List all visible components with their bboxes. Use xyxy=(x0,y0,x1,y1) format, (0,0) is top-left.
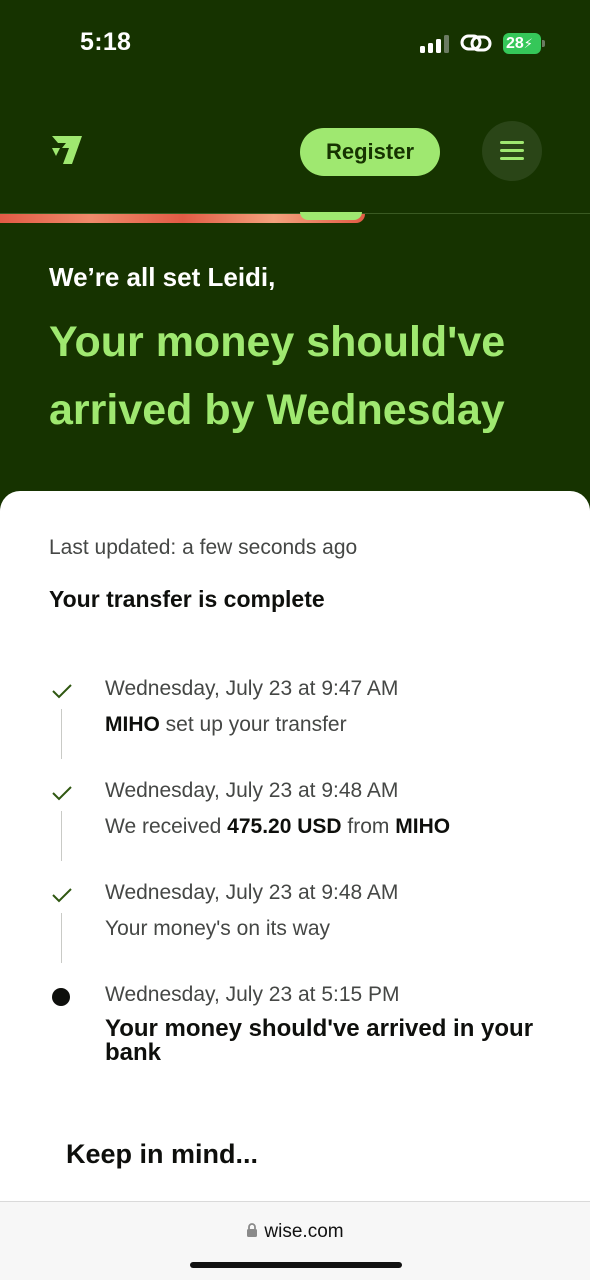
link-icon xyxy=(460,34,492,52)
url-text: wise.com xyxy=(264,1221,344,1242)
transfer-status-card: Last updated: a few seconds ago Your tra… xyxy=(0,491,590,1211)
browser-address-bar[interactable]: wise.com xyxy=(0,1201,590,1280)
step-time: Wednesday, July 23 at 9:48 AM xyxy=(105,881,399,904)
hamburger-menu-icon xyxy=(500,141,524,144)
wise-logo-icon[interactable] xyxy=(50,134,84,166)
battery-indicator: 28⚡ xyxy=(503,33,541,54)
timeline-connector xyxy=(61,811,62,861)
step-text: from xyxy=(341,815,396,838)
step-sender: MIHO xyxy=(105,713,160,736)
menu-icon-line xyxy=(500,149,524,152)
check-icon xyxy=(52,888,72,903)
step-description: MIHO set up your transfer xyxy=(105,713,347,737)
timeline-connector xyxy=(61,709,62,759)
menu-button[interactable] xyxy=(482,121,542,181)
hero-greeting: We’re all set Leidi, xyxy=(49,262,276,292)
step-description-final: Your money should've arrived in your ban… xyxy=(105,1015,534,1066)
current-step-dot-icon xyxy=(52,988,70,1006)
hero-title: Your money should've arrived by Wednesda… xyxy=(49,318,506,434)
transfer-status-title: Your transfer is complete xyxy=(49,586,325,612)
step-text: Your money's on its way xyxy=(105,917,331,940)
lock-icon xyxy=(247,1223,258,1237)
home-indicator[interactable] xyxy=(190,1262,402,1268)
decorative-illustration-accent xyxy=(300,212,362,220)
step-time: Wednesday, July 23 at 9:48 AM xyxy=(105,779,399,802)
last-updated-text: Last updated: a few seconds ago xyxy=(49,536,358,559)
step-time: Wednesday, July 23 at 9:47 AM xyxy=(105,677,399,700)
cellular-signal-icon xyxy=(420,35,450,53)
step-description: Your money's on its way xyxy=(105,917,330,941)
check-icon xyxy=(52,684,72,699)
menu-icon-line xyxy=(500,157,524,160)
status-bar: 5:18 28⚡ xyxy=(0,0,590,90)
step-text: We received xyxy=(105,815,228,838)
register-button[interactable]: Register xyxy=(300,128,440,176)
keep-in-mind-heading: Keep in mind... xyxy=(66,1139,259,1169)
battery-level: 28 xyxy=(506,35,524,52)
timeline-connector xyxy=(61,913,62,963)
step-amount: 475.20 USD xyxy=(227,815,342,838)
step-description: We received 475.20 USD from MIHO xyxy=(105,815,450,839)
battery-cap xyxy=(542,40,545,47)
charging-bolt-icon: ⚡ xyxy=(523,36,533,51)
step-text: set up your transfer xyxy=(159,713,347,736)
step-time: Wednesday, July 23 at 5:15 PM xyxy=(105,983,400,1006)
status-time: 5:18 xyxy=(80,28,132,56)
site-header: Register xyxy=(0,90,590,214)
url-display[interactable]: wise.com xyxy=(0,1221,590,1243)
step-sender: MIHO xyxy=(395,815,451,838)
check-icon xyxy=(52,786,72,801)
